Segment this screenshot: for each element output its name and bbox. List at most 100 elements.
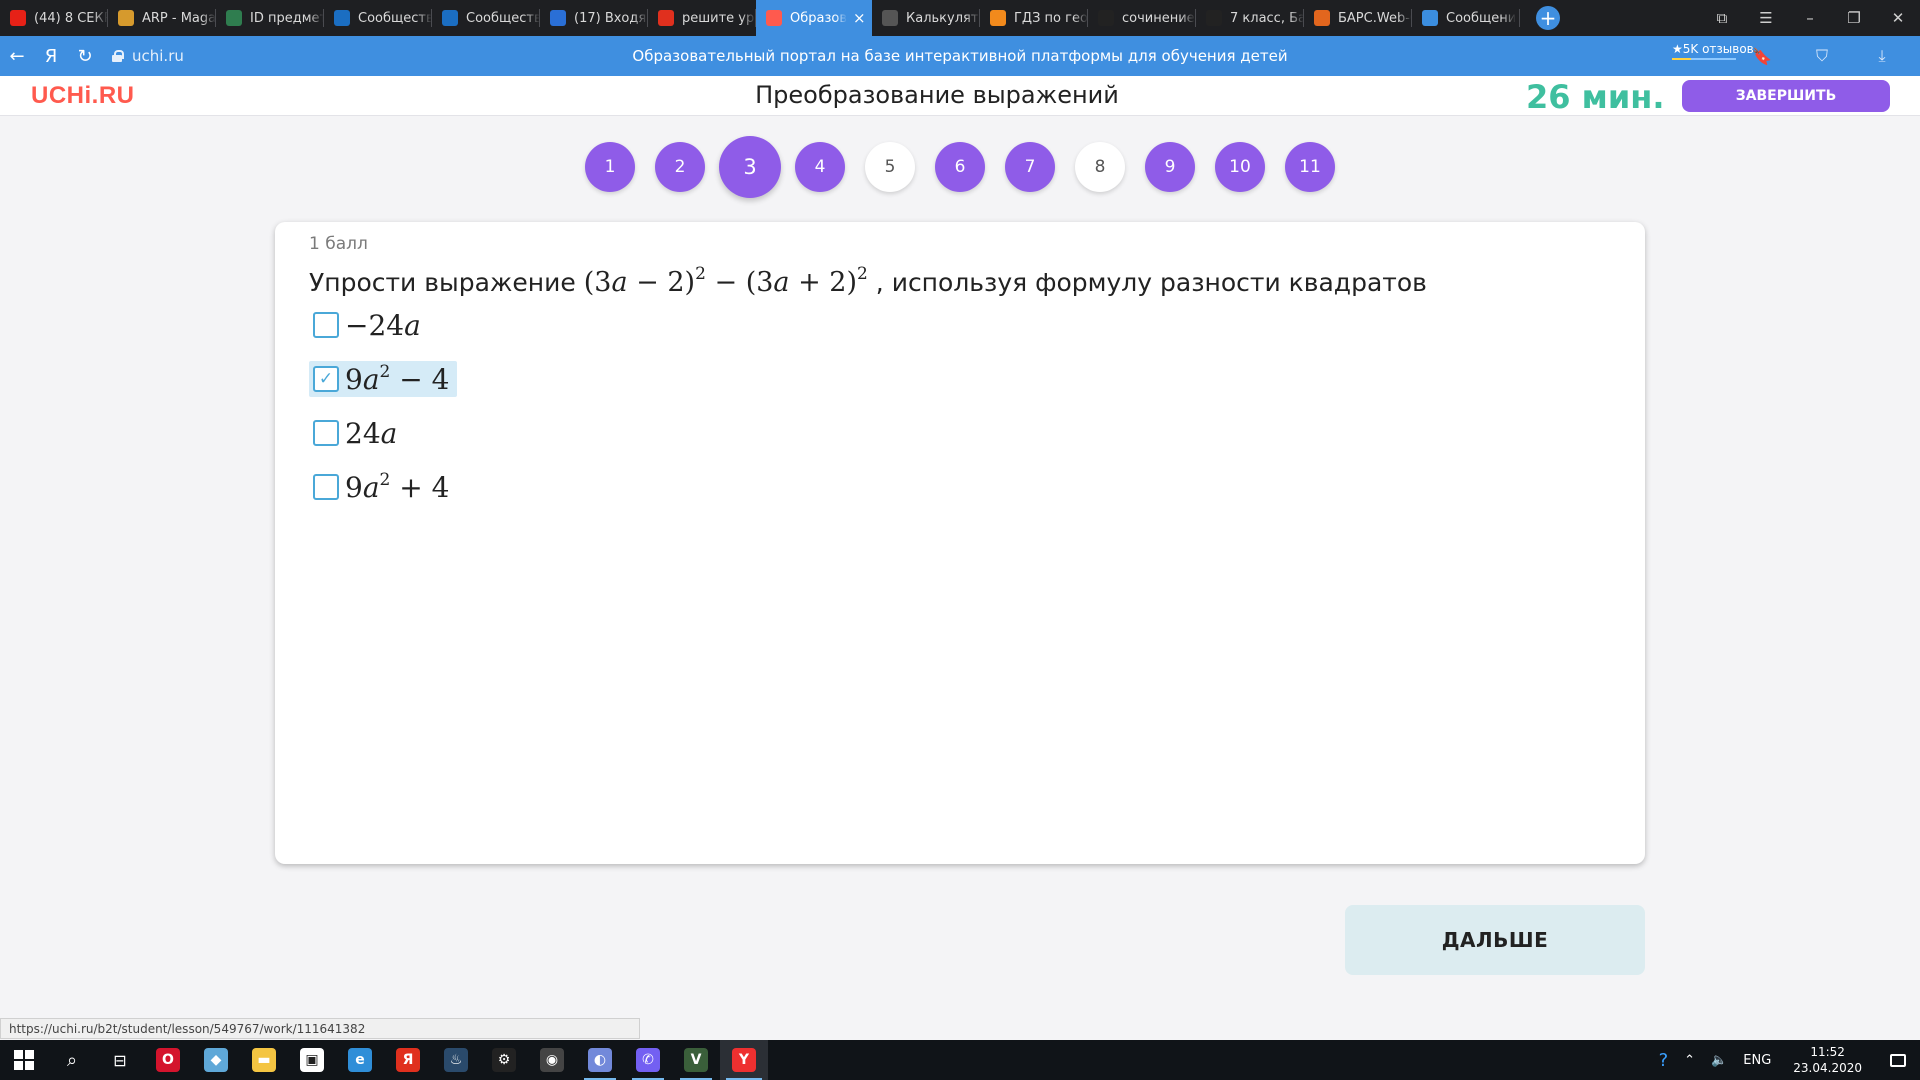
browser-tab[interactable]: Образов × bbox=[756, 0, 872, 36]
yandex-icon[interactable]: Я bbox=[384, 1040, 432, 1080]
question-number-7[interactable]: 7 bbox=[1005, 142, 1055, 192]
checkbox[interactable] bbox=[313, 474, 339, 500]
steam-icon bbox=[442, 10, 458, 26]
timer: 26 мин. bbox=[1526, 78, 1665, 116]
url-field[interactable]: uchi.ru bbox=[112, 47, 184, 65]
yandex-browser-icon[interactable]: Y bbox=[720, 1040, 768, 1080]
ms-paint-icon[interactable]: ◆ bbox=[192, 1040, 240, 1080]
question-number-8[interactable]: 8 bbox=[1075, 142, 1125, 192]
question-number-5[interactable]: 5 bbox=[865, 142, 915, 192]
clock-time: 11:52 bbox=[1810, 1045, 1845, 1059]
viber-icon[interactable]: ✆ bbox=[624, 1040, 672, 1080]
question-number-11[interactable]: 11 bbox=[1285, 142, 1335, 192]
znanija-icon bbox=[1098, 10, 1114, 26]
question-number-1[interactable]: 1 bbox=[585, 142, 635, 192]
protect-icon[interactable]: ⛉ bbox=[1792, 46, 1852, 66]
answer-option[interactable]: 24a bbox=[309, 415, 405, 451]
browser-tab[interactable]: ARP - Magaz bbox=[108, 0, 216, 36]
start-button[interactable] bbox=[0, 1040, 48, 1080]
tab-title: Сообществ bbox=[466, 10, 540, 26]
bookmark-icon[interactable]: 🔖 bbox=[1732, 47, 1792, 66]
reviews-rating-bar bbox=[1672, 58, 1736, 60]
clock[interactable]: 11:52 23.04.2020 bbox=[1779, 1044, 1876, 1076]
browser-tab[interactable]: решите ура bbox=[648, 0, 756, 36]
option-expression: 9a2 − 4 bbox=[345, 361, 450, 396]
browser-tab[interactable]: БАРС.Web-С bbox=[1304, 0, 1412, 36]
new-tab-button[interactable]: + bbox=[1536, 6, 1560, 30]
restore-icon[interactable]: ❐ bbox=[1832, 9, 1876, 27]
browser-tab[interactable]: сочинение bbox=[1088, 0, 1196, 36]
tab-title: ГДЗ по геог bbox=[1014, 10, 1088, 26]
tab-title: Сообщени bbox=[1446, 10, 1517, 26]
question-number-2[interactable]: 2 bbox=[655, 142, 705, 192]
discord-icon-glyph: ◐ bbox=[588, 1048, 612, 1072]
answer-option[interactable]: ✓ 9a2 − 4 bbox=[309, 361, 458, 397]
task-view-icon[interactable]: ⊟ bbox=[96, 1040, 144, 1080]
browser-tab[interactable]: ID предмет bbox=[216, 0, 324, 36]
question-number-3[interactable]: 3 bbox=[719, 136, 781, 198]
yandex-home-icon[interactable]: Я bbox=[34, 46, 68, 67]
system-tray: ? ⌃ 🔈 ENG 11:52 23.04.2020 bbox=[1651, 1040, 1920, 1080]
yandex-browser-icon-glyph: Y bbox=[732, 1048, 756, 1072]
back-arrow-icon[interactable]: ← bbox=[0, 46, 34, 67]
tray-chevron-icon[interactable]: ⌃ bbox=[1676, 1053, 1703, 1068]
help-icon[interactable]: ? bbox=[1651, 1050, 1677, 1071]
close-tab-icon[interactable]: × bbox=[853, 9, 866, 27]
checkbox[interactable] bbox=[313, 420, 339, 446]
question-number-9[interactable]: 9 bbox=[1145, 142, 1195, 192]
search-icon[interactable]: ⌕ bbox=[48, 1040, 96, 1080]
calculator-icon bbox=[882, 10, 898, 26]
mail-icon bbox=[550, 10, 566, 26]
finish-button[interactable]: ЗАВЕРШИТЬ bbox=[1682, 80, 1890, 112]
tab-title: БАРС.Web-С bbox=[1338, 10, 1412, 26]
next-button[interactable]: ДАЛЬШЕ bbox=[1345, 905, 1645, 975]
browser-tab[interactable]: Сообществ bbox=[432, 0, 540, 36]
tab-panel-icon[interactable]: ⧉ bbox=[1700, 9, 1744, 27]
tab-title: Образов bbox=[790, 10, 847, 26]
site-header: UCHi.RU Преобразование выражений 26 мин.… bbox=[0, 76, 1920, 116]
answer-option[interactable]: −24a bbox=[309, 307, 429, 343]
browser-tab[interactable]: Сообществ bbox=[324, 0, 432, 36]
volume-icon[interactable]: 🔈 bbox=[1703, 1053, 1735, 1068]
question-prefix: Упрости выражение bbox=[309, 268, 576, 297]
gear-app-icon[interactable]: ⚙ bbox=[480, 1040, 528, 1080]
question-card: 1 балл Упрости выражение (3a − 2)2 − (3a… bbox=[275, 222, 1645, 864]
edge-icon-glyph: e bbox=[348, 1048, 372, 1072]
browser-tab[interactable]: Калькулято bbox=[872, 0, 980, 36]
minimize-icon[interactable]: – bbox=[1788, 9, 1832, 27]
browser-tab[interactable]: (44) 8 СЕКРЕ bbox=[0, 0, 108, 36]
reload-icon[interactable]: ↻ bbox=[68, 46, 102, 67]
steam-icon[interactable]: ♨ bbox=[432, 1040, 480, 1080]
tab-title: сочинение bbox=[1122, 10, 1195, 26]
menu-icon[interactable]: ☰ bbox=[1744, 9, 1788, 27]
browser-tab[interactable]: 7 класс, Баб bbox=[1196, 0, 1304, 36]
browser-tab[interactable]: Сообщени bbox=[1412, 0, 1520, 36]
znanija-icon bbox=[1206, 10, 1222, 26]
answer-option[interactable]: 9a2 + 4 bbox=[309, 469, 457, 505]
checkbox[interactable] bbox=[313, 312, 339, 338]
download-icon[interactable]: ⤓ bbox=[1852, 46, 1912, 66]
browser-tab[interactable]: ГДЗ по геог bbox=[980, 0, 1088, 36]
gta-icon[interactable]: V bbox=[672, 1040, 720, 1080]
status-url: https://uchi.ru/b2t/student/lesson/54976… bbox=[0, 1018, 640, 1039]
tab-title: (44) 8 СЕКРЕ bbox=[34, 10, 108, 26]
close-window-icon[interactable]: ✕ bbox=[1876, 9, 1920, 27]
file-explorer-icon[interactable]: ▬ bbox=[240, 1040, 288, 1080]
store-icon-glyph: ▣ bbox=[300, 1048, 324, 1072]
points-label: 1 балл bbox=[309, 234, 368, 254]
discord-icon[interactable]: ◐ bbox=[576, 1040, 624, 1080]
store-icon[interactable]: ▣ bbox=[288, 1040, 336, 1080]
browser-tab[interactable]: (17) Входящ bbox=[540, 0, 648, 36]
edge-icon[interactable]: e bbox=[336, 1040, 384, 1080]
tab-title: ID предмет bbox=[250, 10, 324, 26]
language-indicator[interactable]: ENG bbox=[1735, 1053, 1779, 1068]
checkbox-checked[interactable]: ✓ bbox=[313, 366, 339, 392]
obs-icon[interactable]: ◉ bbox=[528, 1040, 576, 1080]
taskbar-apps: O ◆ ▬ ▣ e Я ♨ ⚙ ◉ ◐ ✆ V Y bbox=[144, 1040, 768, 1080]
tab-title: Калькулято bbox=[906, 10, 980, 26]
question-number-6[interactable]: 6 bbox=[935, 142, 985, 192]
question-number-4[interactable]: 4 bbox=[795, 142, 845, 192]
opera-icon[interactable]: O bbox=[144, 1040, 192, 1080]
notifications-icon[interactable] bbox=[1876, 1040, 1920, 1080]
question-number-10[interactable]: 10 bbox=[1215, 142, 1265, 192]
